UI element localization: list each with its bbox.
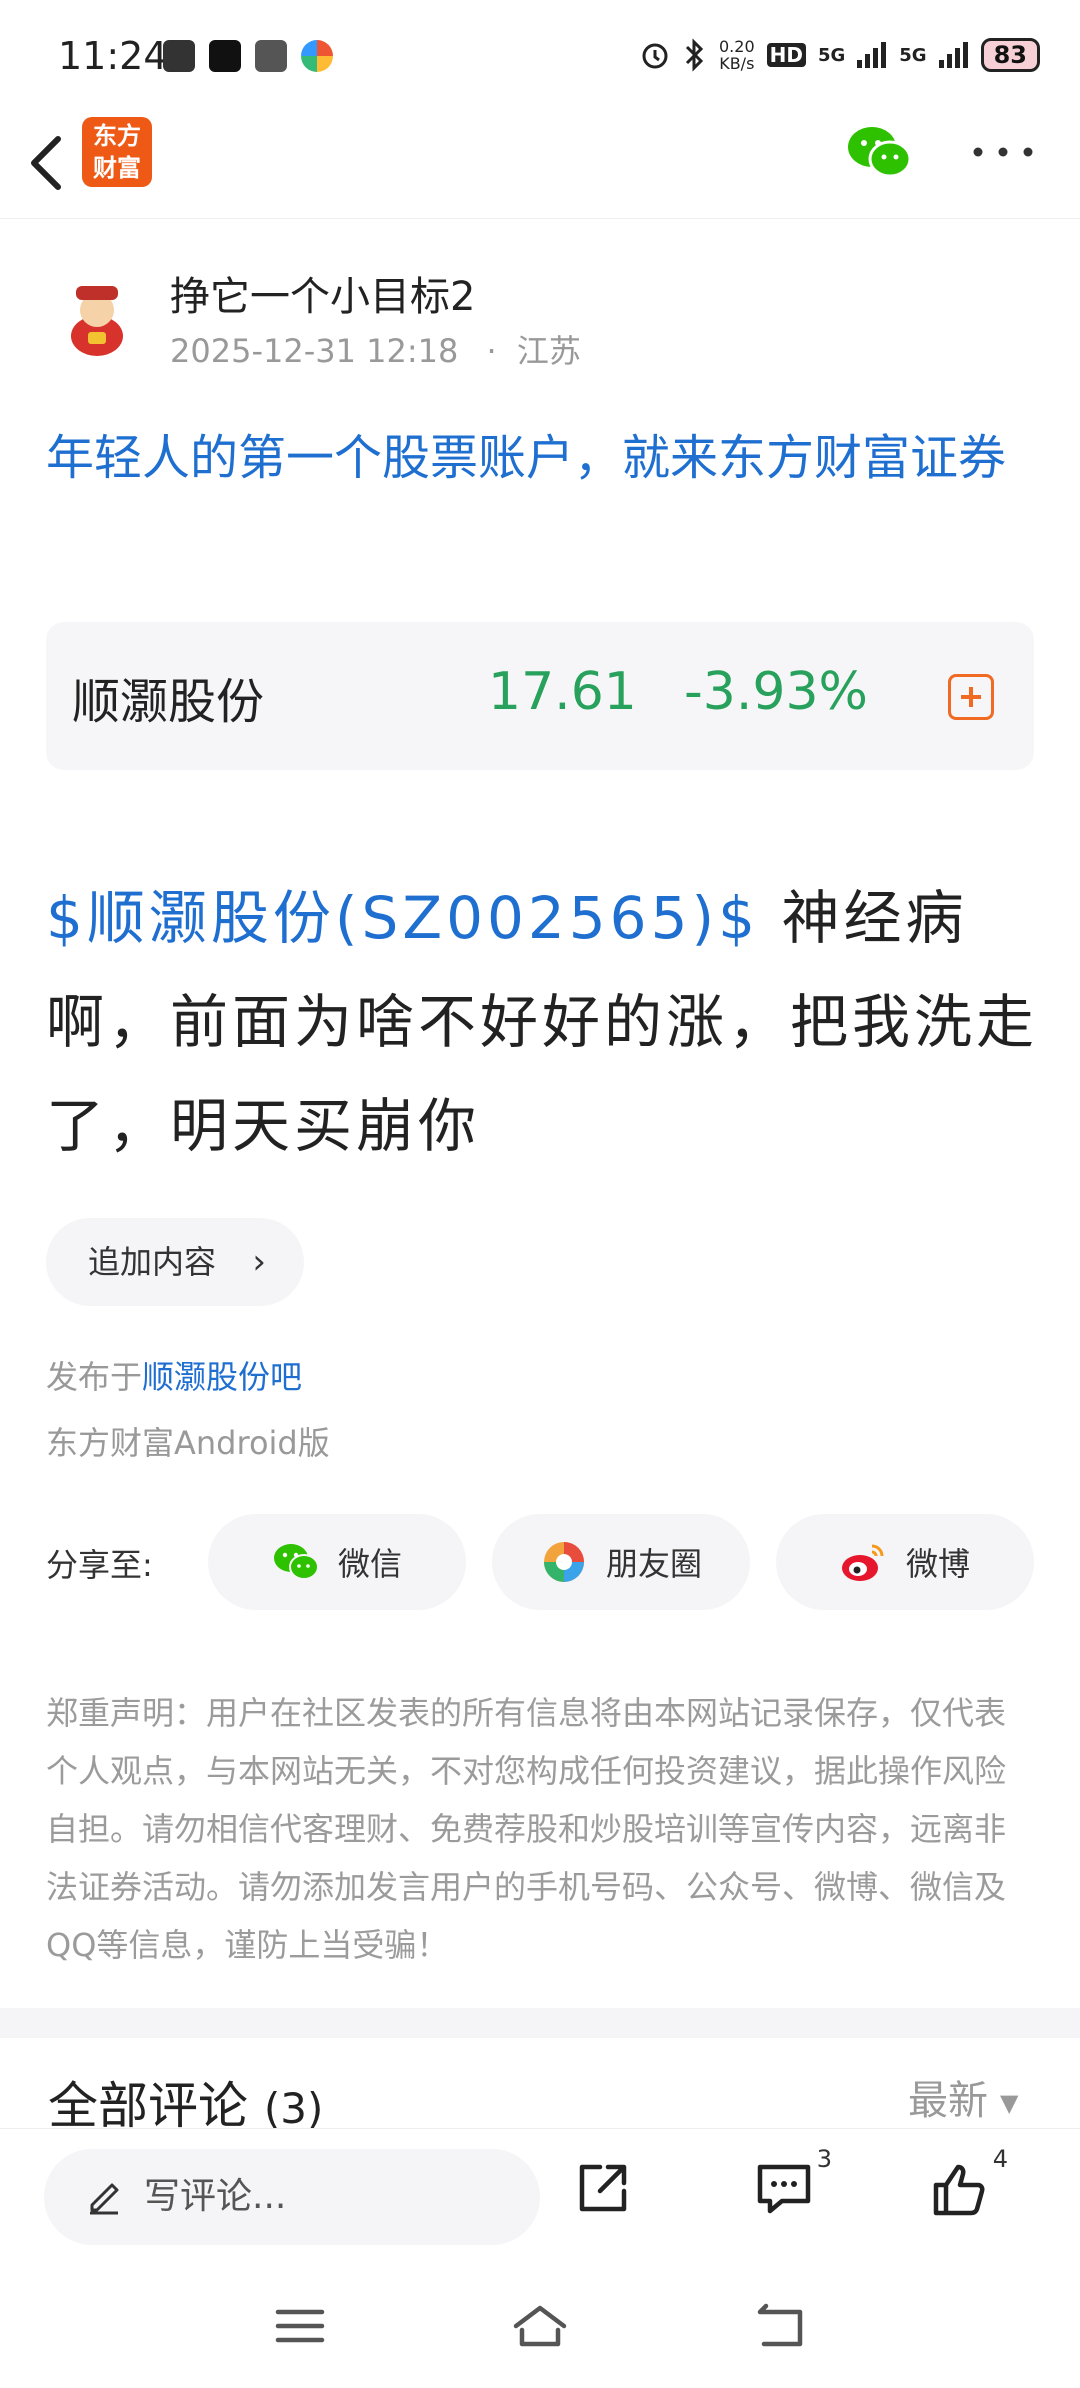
disclaimer: 郑重声明：用户在社区发表的所有信息将由本网站记录保存，仅代表个人观点，与本网站无… bbox=[46, 1694, 1007, 1964]
post-body: $顺灏股份(SZ002565)$ 神经病啊，前面为啥不好好的涨，把我洗走了，明天… bbox=[46, 866, 1041, 1178]
author-header: 挣它一个小目标2 2025-12-31 12:18 · 江苏 bbox=[0, 250, 1080, 380]
wechat-icon bbox=[273, 1544, 319, 1580]
append-content-button[interactable]: 追加内容 › bbox=[46, 1218, 304, 1306]
home-icon[interactable] bbox=[510, 2296, 570, 2356]
system-nav-bar bbox=[0, 2262, 1080, 2388]
stock-price: 17.61 bbox=[488, 662, 637, 722]
status-bar: 11:24 0.20 KB/s HD 5G 5G 83 bbox=[0, 0, 1080, 115]
comment-placeholder: 写评论... bbox=[144, 2176, 287, 2217]
notification-icons bbox=[163, 40, 333, 72]
share-moments-button[interactable]: 朋友圈 bbox=[492, 1514, 750, 1610]
post-location: 江苏 bbox=[516, 332, 581, 370]
top-nav-bar: 东方 财富 bbox=[0, 115, 1080, 219]
post-meta: 2025-12-31 12:18 · 江苏 bbox=[170, 326, 581, 372]
battery-icon: 83 bbox=[980, 38, 1040, 72]
stock-tag-link[interactable]: $顺灏股份(SZ002565)$ bbox=[46, 884, 759, 952]
post-title[interactable]: 年轻人的第一个股票账户，就来东方财富证券 bbox=[46, 420, 1041, 496]
add-watchlist-icon[interactable] bbox=[948, 674, 994, 720]
hand-app-icon bbox=[255, 40, 287, 72]
avatar[interactable] bbox=[52, 272, 142, 362]
stock-change: -3.93% bbox=[684, 662, 868, 722]
sort-dropdown[interactable]: 最新 ▼ bbox=[908, 2068, 1018, 2126]
client-source: 东方财富Android版 bbox=[46, 1424, 330, 1462]
bluetooth-icon bbox=[685, 38, 704, 72]
published-in: 发布于顺灏股份吧 bbox=[46, 1352, 302, 1398]
share-moments-label: 朋友圈 bbox=[605, 1545, 702, 1583]
meta-separator: · bbox=[486, 332, 497, 370]
comment-input[interactable]: 写评论... bbox=[44, 2149, 540, 2245]
back-nav-icon[interactable] bbox=[750, 2296, 810, 2356]
stock-bar-link[interactable]: 顺灏股份吧 bbox=[142, 1358, 302, 1396]
thumbs-up-icon bbox=[933, 2164, 985, 2216]
pencil-icon bbox=[90, 2183, 119, 2215]
sort-label: 最新 bbox=[908, 2078, 988, 2124]
stock-quote-card[interactable]: 顺灏股份 17.61 -3.93% bbox=[46, 622, 1034, 770]
tiktok-app-icon bbox=[209, 40, 241, 72]
back-arrow-icon[interactable] bbox=[22, 125, 72, 205]
comments-count: (3) bbox=[263, 2084, 324, 2133]
share-icon[interactable] bbox=[570, 2157, 634, 2221]
signal-icon bbox=[857, 42, 887, 68]
sim2-label: 5G bbox=[899, 44, 927, 66]
comment-count-button[interactable]: 3 bbox=[752, 2145, 832, 2221]
sim1-label: 5G bbox=[817, 44, 846, 66]
signal-icon-2 bbox=[938, 42, 968, 68]
eastmoney-logo: 东方 财富 bbox=[82, 117, 152, 187]
weibo-icon bbox=[841, 1544, 884, 1581]
comments-title: 全部评论 bbox=[48, 2077, 248, 2135]
caret-down-icon: ▼ bbox=[1000, 2089, 1019, 2117]
game-app-icon bbox=[163, 40, 195, 72]
post-datetime: 2025-12-31 12:18 bbox=[170, 332, 459, 370]
like-count-badge: 4 bbox=[992, 2145, 1008, 2173]
published-prefix: 发布于 bbox=[46, 1358, 143, 1396]
moments-icon bbox=[543, 1542, 584, 1582]
status-right: 0.20 KB/s HD 5G 5G 83 bbox=[639, 38, 1040, 72]
wechat-share-icon[interactable] bbox=[846, 123, 912, 181]
share-wechat-button[interactable]: 微信 bbox=[208, 1514, 466, 1610]
hd-label: HD bbox=[766, 43, 806, 67]
stock-name: 顺灏股份 bbox=[72, 674, 265, 730]
chevron-right-icon: › bbox=[252, 1242, 266, 1282]
share-wechat-label: 微信 bbox=[337, 1545, 402, 1583]
section-divider bbox=[0, 2008, 1080, 2038]
author-name[interactable]: 挣它一个小目标2 bbox=[170, 264, 475, 322]
bottom-action-bar: 写评论... 3 4 bbox=[0, 2128, 1080, 2262]
net-speed: 0.20 KB/s bbox=[719, 37, 755, 73]
colorful-app-icon bbox=[301, 40, 333, 72]
comment-count-badge: 3 bbox=[816, 2145, 832, 2173]
status-time: 11:24 bbox=[58, 34, 168, 78]
append-content-label: 追加内容 bbox=[88, 1243, 217, 1281]
like-button[interactable]: 4 bbox=[928, 2145, 1008, 2221]
menu-icon[interactable] bbox=[270, 2296, 330, 2356]
comment-icon bbox=[757, 2164, 811, 2214]
more-options-icon[interactable] bbox=[968, 137, 1038, 167]
share-label: 分享至: bbox=[46, 1546, 153, 1584]
share-weibo-label: 微博 bbox=[905, 1545, 970, 1583]
share-weibo-button[interactable]: 微博 bbox=[776, 1514, 1034, 1610]
alarm-icon bbox=[642, 43, 668, 69]
